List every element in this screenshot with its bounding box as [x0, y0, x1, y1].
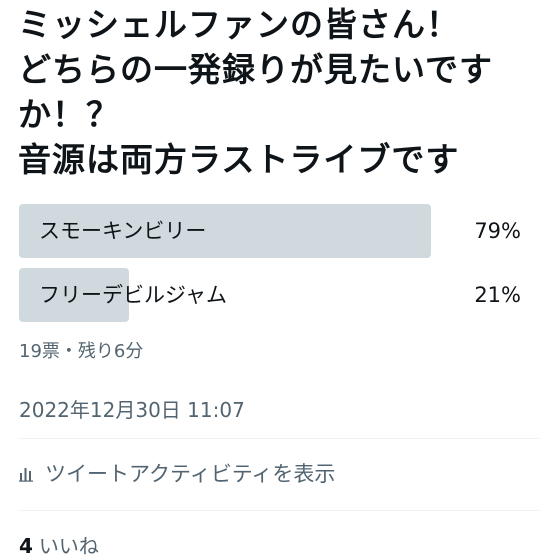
tweet-text-line: どちらの一発録りが見たいです — [18, 50, 494, 89]
tweet-text-line: 音源は両方ラストライブです — [18, 140, 460, 179]
divider — [19, 438, 540, 439]
view-tweet-activity-link[interactable]: ツイートアクティビティを表示 — [19, 458, 335, 488]
poll-option[interactable]: スモーキンビリー 79% — [19, 204, 539, 258]
divider — [19, 510, 540, 511]
tweet-timestamp[interactable]: 2022年12月30日 11:07 — [19, 394, 245, 423]
poll-option-label: スモーキンビリー — [39, 219, 207, 243]
tweet-text-line: ミッシェルファンの皆さん！ — [18, 5, 460, 44]
view-tweet-activity-label: ツイートアクティビティを表示 — [45, 462, 336, 486]
poll-option-percent: 79% — [474, 219, 521, 243]
tweet-text-line: か！？ — [18, 95, 120, 134]
poll-option-label: フリーデビルジャム — [39, 283, 227, 307]
likes-link[interactable]: 4 いいね — [19, 530, 99, 559]
poll-option[interactable]: フリーデビルジャム 21% — [19, 268, 539, 322]
tweet-text: ミッシェルファンの皆さん！ どちらの一発録りが見たいです か！？ 音源は両方ラス… — [18, 2, 548, 182]
likes-label: いいね — [38, 534, 99, 558]
poll-meta: 19票・残り6分 — [19, 341, 144, 362]
poll: スモーキンビリー 79% フリーデビルジャム 21% — [19, 204, 539, 332]
poll-option-percent: 21% — [474, 283, 521, 307]
likes-count: 4 — [19, 534, 33, 558]
bar-chart-icon — [19, 468, 33, 482]
